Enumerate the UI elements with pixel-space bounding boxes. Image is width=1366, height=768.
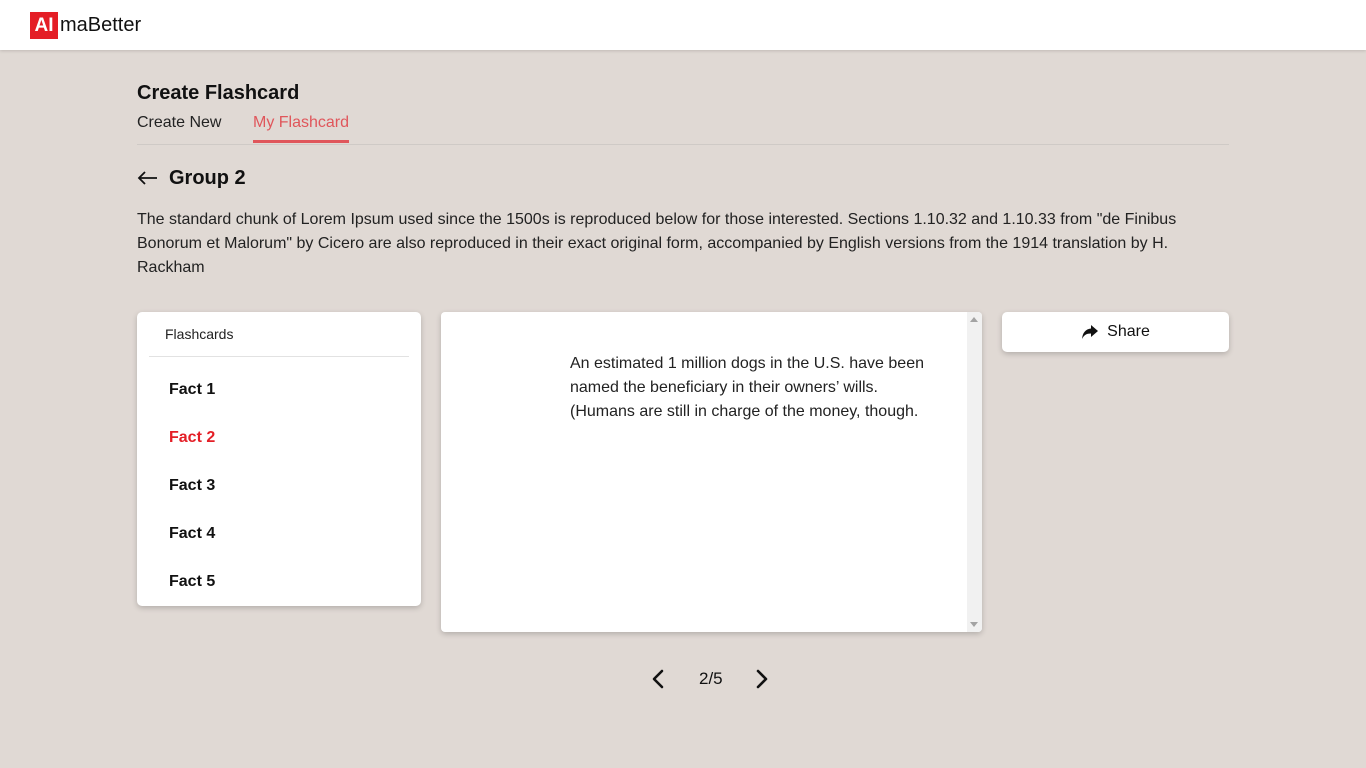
divider <box>149 356 409 357</box>
page-title: Create Flashcard <box>137 82 300 104</box>
flashcard-list-panel: Flashcards Fact 1 Fact 2 Fact 3 Fact 4 F… <box>137 312 421 606</box>
flashcard-item[interactable]: Fact 2 <box>169 429 215 447</box>
scroll-up-arrow-icon[interactable] <box>970 317 978 322</box>
share-label: Share <box>1107 323 1150 340</box>
top-navbar: AI maBetter <box>0 0 1366 50</box>
logo-badge: AI <box>30 12 58 39</box>
brand-logo[interactable]: AI maBetter <box>30 12 141 39</box>
flashcard-item[interactable]: Fact 3 <box>169 477 215 495</box>
back-arrow-icon[interactable] <box>137 166 159 190</box>
scroll-down-arrow-icon[interactable] <box>970 622 978 627</box>
share-icon <box>1082 325 1099 339</box>
group-description: The standard chunk of Lorem Ipsum used s… <box>137 211 1177 276</box>
tab-my-flashcard[interactable]: My Flashcard <box>253 114 350 143</box>
chevron-left-icon[interactable] <box>650 668 666 690</box>
flashcard-list-header: Flashcards <box>165 326 234 342</box>
flashcard-content: An estimated 1 million dogs in the U.S. … <box>441 312 982 632</box>
tab-bar: Create New My Flashcard <box>137 114 1229 145</box>
logo-text: maBetter <box>60 14 142 36</box>
flashcard-item[interactable]: Fact 4 <box>169 525 215 543</box>
page-indicator: 2/5 <box>699 669 723 688</box>
scrollbar[interactable] <box>967 312 982 632</box>
tab-create-new[interactable]: Create New <box>137 114 221 143</box>
flashcard-item[interactable]: Fact 1 <box>169 381 215 399</box>
group-title: Group 2 <box>169 167 246 189</box>
share-button[interactable]: Share <box>1002 312 1229 352</box>
chevron-right-icon[interactable] <box>754 668 770 690</box>
flashcard-text: An estimated 1 million dogs in the U.S. … <box>570 355 924 420</box>
pagination: 2/5 <box>640 664 780 694</box>
flashcard-item[interactable]: Fact 5 <box>169 573 215 591</box>
